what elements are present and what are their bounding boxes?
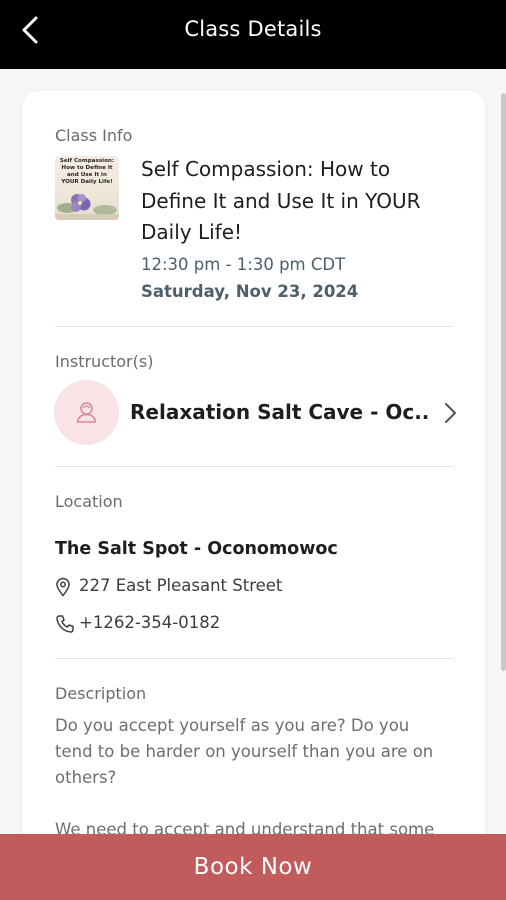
person-icon	[76, 402, 97, 423]
book-now-button[interactable]: Book Now	[0, 834, 506, 900]
address-text: 227 East Pleasant Street	[79, 576, 283, 595]
class-date: Saturday, Nov 23, 2024	[141, 282, 359, 301]
instructors-label: Instructor(s)	[55, 352, 154, 371]
divider	[55, 466, 453, 467]
location-name: The Salt Spot - Oconomowoc	[55, 539, 338, 559]
description-paragraph: Do you accept yourself as you are? Do yo…	[55, 716, 434, 787]
avatar	[54, 380, 119, 445]
divider	[55, 326, 453, 327]
class-time: 12:30 pm - 1:30 pm CDT	[141, 255, 346, 274]
instructor-row[interactable]: Relaxation Salt Cave - Oc...	[54, 380, 459, 446]
location-label: Location	[55, 492, 123, 511]
phone-text: +1262-354-0182	[79, 613, 221, 632]
chevron-right-icon	[445, 403, 456, 423]
flower-image	[55, 194, 119, 220]
class-title: Self Compassion: How to Define It and Us…	[141, 157, 421, 244]
page-title: Class Details	[184, 17, 322, 41]
map-pin-icon	[56, 577, 70, 597]
top-bar: Class Details	[0, 0, 506, 69]
class-info-label: Class Info	[55, 126, 133, 145]
scrollbar[interactable]	[501, 93, 506, 671]
divider	[55, 658, 453, 659]
instructor-name: Relaxation Salt Cave - Oc...	[130, 400, 430, 424]
description-label: Description	[55, 684, 147, 703]
class-thumbnail: Self Compassion: How to Define It and Us…	[55, 156, 119, 220]
phone-icon	[56, 615, 74, 633]
